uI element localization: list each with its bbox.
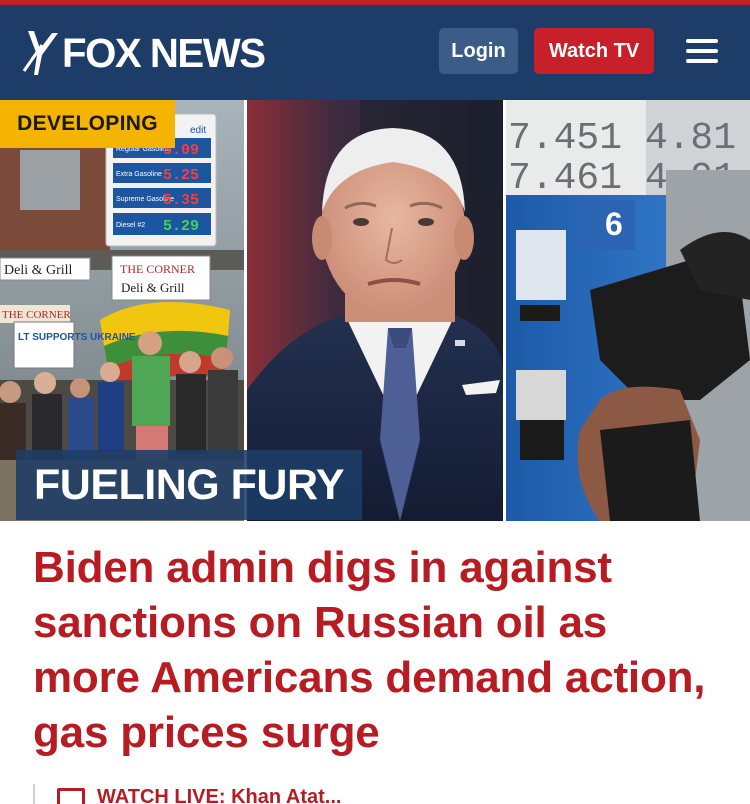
svg-text:7.451 4.81: 7.451 4.81 [508, 117, 736, 160]
svg-text:THE CORNER: THE CORNER [120, 262, 195, 276]
video-icon [57, 788, 85, 804]
logo-wordmark: FOX NEWS [62, 30, 266, 76]
svg-text:5.29: 5.29 [163, 218, 199, 235]
right-panel-gas-pump: 7.451 4.81 7.461 4.91 6 [506, 100, 750, 521]
login-button[interactable]: Login [439, 28, 518, 74]
article-headline[interactable]: Biden admin digs in against sanctions on… [33, 540, 723, 760]
svg-text:5.25: 5.25 [163, 167, 199, 184]
fox-news-logo[interactable]: FOX NEWS [22, 27, 269, 79]
svg-text:LT SUPPORTS UKRAINE: LT SUPPORTS UKRAINE [18, 332, 136, 343]
kicker-label: FUELING FURY [16, 450, 363, 520]
site-header: FOX NEWS Login Watch TV [0, 5, 750, 100]
svg-text:5.35: 5.35 [163, 192, 199, 209]
svg-text:Deli & Grill: Deli & Grill [121, 280, 185, 295]
watch-live-row[interactable]: WATCH LIVE: Khan Atat... [33, 784, 723, 804]
svg-text:Deli & Grill: Deli & Grill [4, 263, 73, 278]
watch-live-link[interactable]: WATCH LIVE: Khan Atat... [97, 786, 341, 804]
svg-text:THE CORNER: THE CORNER [2, 309, 71, 321]
svg-text:edit: edit [190, 125, 206, 136]
divider [33, 784, 35, 804]
developing-badge: DEVELOPING [0, 100, 175, 148]
svg-text:Extra Gasoline: Extra Gasoline [116, 171, 162, 178]
svg-text:6: 6 [605, 206, 623, 242]
svg-text:Diesel #2: Diesel #2 [116, 222, 145, 229]
watch-tv-button[interactable]: Watch TV [534, 28, 654, 74]
searchlight-icon [22, 31, 58, 75]
hamburger-icon[interactable] [686, 39, 718, 63]
